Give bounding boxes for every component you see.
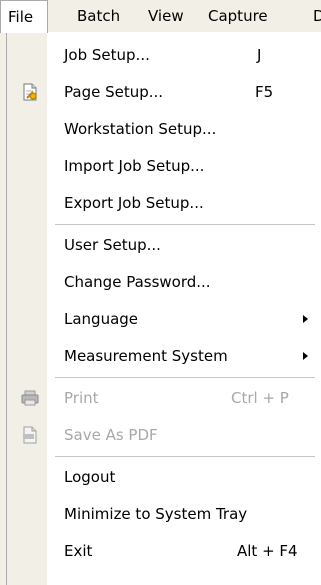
menu-separator — [55, 224, 315, 225]
menu-item-minimize-to-tray[interactable]: Minimize to System Tray — [7, 496, 321, 532]
menu-item-label: Job Setup... — [64, 46, 150, 64]
menu-item-label: Minimize to System Tray — [64, 505, 248, 523]
menu-item-label: Save As PDF — [64, 426, 158, 444]
menu-item-logout[interactable]: Logout — [7, 459, 321, 495]
menu-item-label: Page Setup... — [64, 83, 164, 101]
menu-item-shortcut: F5 — [255, 83, 274, 101]
menu-item-label: Measurement System — [64, 347, 228, 365]
print-icon — [21, 390, 39, 406]
menu-item-workstation-setup[interactable]: Workstation Setup... — [7, 111, 321, 147]
menu-item-export-job-setup[interactable]: Export Job Setup... — [7, 185, 321, 221]
menu-batch[interactable]: Batch — [70, 0, 127, 32]
menu-item-job-setup[interactable]: Job Setup... J — [7, 37, 321, 73]
menu-separator — [55, 377, 315, 378]
submenu-arrow-icon — [303, 352, 308, 360]
menu-item-user-setup[interactable]: User Setup... — [7, 227, 321, 263]
menu-overflow[interactable]: D — [306, 0, 321, 32]
menu-item-shortcut: Ctrl + P — [231, 389, 289, 407]
menu-bar: File Batch View Capture D — [0, 0, 321, 33]
pdf-icon — [23, 426, 37, 444]
menu-item-label: Exit — [64, 542, 93, 560]
page-setup-icon — [23, 83, 37, 101]
menu-item-label: Language — [64, 310, 139, 328]
menu-file[interactable]: File — [0, 0, 48, 33]
menu-item-shortcut: Alt + F4 — [237, 542, 298, 560]
menu-item-label: User Setup... — [64, 236, 161, 254]
file-menu-dropdown: Job Setup... J Page Setup... F5 Workstat… — [6, 32, 321, 585]
menu-item-shortcut: J — [257, 46, 262, 64]
menu-item-page-setup[interactable]: Page Setup... F5 — [7, 74, 321, 110]
menu-capture[interactable]: Capture — [201, 0, 275, 32]
menu-item-label: Logout — [64, 468, 116, 486]
menu-item-change-password[interactable]: Change Password... — [7, 264, 321, 300]
menu-item-label: Workstation Setup... — [64, 120, 217, 138]
menu-item-label: Import Job Setup... — [64, 157, 205, 175]
menu-item-label: Change Password... — [64, 273, 211, 291]
menu-separator — [55, 456, 315, 457]
menu-item-exit[interactable]: Exit Alt + F4 — [7, 533, 321, 569]
menu-item-print[interactable]: Print Ctrl + P — [7, 380, 321, 416]
menu-item-save-as-pdf[interactable]: Save As PDF — [7, 417, 321, 453]
submenu-arrow-icon — [303, 315, 308, 323]
menu-item-import-job-setup[interactable]: Import Job Setup... — [7, 148, 321, 184]
menu-item-measurement-system[interactable]: Measurement System — [7, 338, 321, 374]
menu-item-language[interactable]: Language — [7, 301, 321, 337]
menu-item-label: Export Job Setup... — [64, 194, 204, 212]
menu-view[interactable]: View — [141, 0, 191, 32]
menu-item-label: Print — [64, 389, 99, 407]
